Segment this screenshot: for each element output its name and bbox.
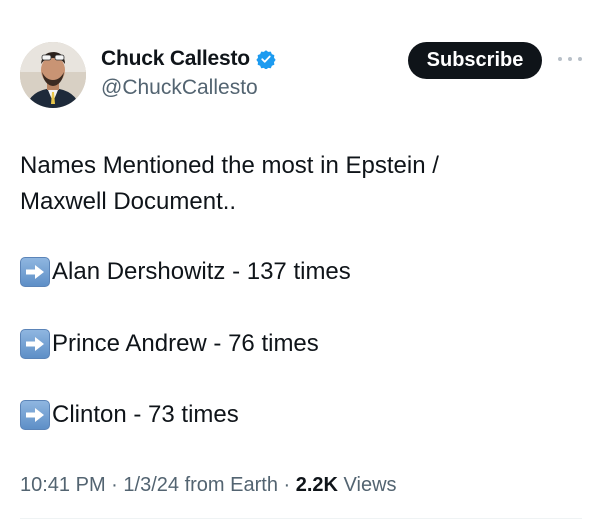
author-display-name[interactable]: Chuck Callesto — [101, 47, 250, 71]
tweet-location: from Earth — [184, 474, 278, 496]
tweet-text: Names Mentioned the most in Epstein / Ma… — [20, 148, 580, 220]
more-options-icon[interactable] — [558, 52, 582, 66]
mention-text: Prince Andrew - 76 times — [52, 330, 319, 357]
right-arrow-emoji-icon — [20, 257, 50, 287]
tweet-time[interactable]: 10:41 PM — [20, 474, 106, 496]
views-label: Views — [343, 474, 397, 496]
more-dot — [578, 57, 582, 61]
more-dot — [558, 57, 562, 61]
meta-separator: · — [283, 474, 291, 496]
tweet-intro-line: Names Mentioned the most in Epstein / — [20, 152, 439, 179]
right-arrow-emoji-icon — [20, 400, 50, 430]
meta-separator: · — [111, 474, 118, 496]
tweet-meta: 10:41 PM · 1/3/24 from Earth · 2.2K View… — [20, 474, 397, 497]
more-dot — [568, 57, 572, 61]
mention-item: Alan Dershowitz - 137 times — [20, 254, 351, 290]
mention-item: Prince Andrew - 76 times — [20, 326, 319, 362]
avatar-photo — [20, 42, 86, 108]
author-handle[interactable]: @ChuckCallesto — [101, 76, 258, 100]
subscribe-button[interactable]: Subscribe — [408, 42, 542, 79]
mention-text: Alan Dershowitz - 137 times — [52, 258, 351, 285]
right-arrow-emoji-icon — [20, 329, 50, 359]
tweet-date[interactable]: 1/3/24 — [123, 474, 179, 496]
divider — [20, 518, 582, 519]
mention-item: Clinton - 73 times — [20, 397, 239, 433]
author-avatar[interactable] — [20, 42, 86, 108]
verified-badge-icon[interactable] — [256, 49, 276, 70]
tweet-intro-line: Maxwell Document.. — [20, 188, 237, 215]
views-count[interactable]: 2.2K — [296, 474, 338, 496]
mention-text: Clinton - 73 times — [52, 401, 239, 428]
author-name-row: Chuck Callesto — [101, 47, 276, 71]
